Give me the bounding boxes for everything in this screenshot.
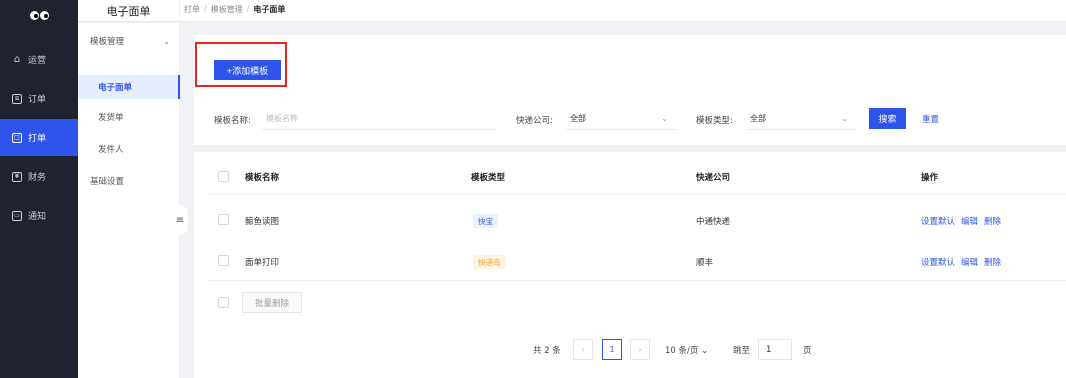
chevron-down-icon: ⌄: [661, 114, 668, 123]
divider: [207, 194, 1066, 195]
template-type-tag: 快递鸟: [473, 255, 506, 269]
menu-icon: ≡: [175, 214, 185, 226]
sub-nav: 模板管理 ⌄ 电子面单 发货单 发件人 基础设置: [78, 23, 180, 378]
edit-link[interactable]: 编辑: [961, 215, 978, 227]
template-type-select[interactable]: 全部 ⌄: [746, 108, 856, 130]
page-size-select[interactable]: 10 条/页 ⌄: [665, 344, 708, 356]
notice-icon: ▭: [12, 210, 22, 221]
chevron-left-icon: ‹: [581, 345, 585, 354]
subnav-item-waybill[interactable]: 电子面单: [78, 75, 180, 99]
chevron-down-icon: ⌄: [841, 114, 848, 123]
page-title: 电子面单: [78, 0, 180, 22]
delete-link[interactable]: 删除: [984, 215, 1001, 227]
set-default-link[interactable]: 设置默认: [921, 256, 955, 268]
batch-delete-button[interactable]: 批量删除: [242, 292, 302, 313]
prev-page-button[interactable]: ‹: [573, 339, 593, 360]
template-name-cell: 鲸鱼读图: [245, 217, 280, 227]
jump-label: 跳至: [733, 346, 751, 356]
subnav-item-invoice[interactable]: 发货单: [78, 105, 180, 129]
breadcrumb-item[interactable]: 模板管理: [211, 4, 243, 15]
row-checkbox[interactable]: [218, 255, 229, 266]
breadcrumb: 打单 / 模板管理 / 电子面单: [184, 4, 286, 15]
delete-link[interactable]: 删除: [984, 256, 1001, 268]
pagination-total: 共 2 条: [533, 346, 561, 356]
finance-icon: ¥: [12, 171, 22, 182]
row-checkbox[interactable]: [218, 214, 229, 225]
search-button[interactable]: 搜索: [869, 108, 906, 129]
breadcrumb-current: 电子面单: [253, 5, 286, 14]
template-name-cell: 面单打印: [245, 258, 280, 268]
reset-link[interactable]: 重置: [922, 113, 939, 125]
row-actions: 设置默认 编辑 删除: [921, 256, 1001, 268]
jump-page-input[interactable]: 1: [758, 339, 792, 360]
template-name-input[interactable]: 模板名称: [262, 108, 496, 130]
next-page-button[interactable]: ›: [630, 339, 650, 360]
row-actions: 设置默认 编辑 删除: [921, 215, 1001, 227]
print-icon: □: [12, 132, 22, 143]
template-name-label: 模板名称:: [214, 116, 251, 126]
subnav-item-basic-settings[interactable]: 基础设置: [78, 169, 180, 193]
column-header-actions: 操作: [921, 173, 939, 183]
nav-item-notice[interactable]: ▭ 通知: [0, 197, 78, 234]
page-suffix-label: 页: [803, 346, 812, 356]
sidebar-collapse-handle[interactable]: ≡: [172, 205, 188, 235]
nav-item-orders[interactable]: ≡ 订单: [0, 80, 78, 117]
nav-item-operations[interactable]: ⌂ 运营: [0, 41, 78, 78]
chevron-down-icon: ⌄: [163, 36, 170, 46]
company-label: 快递公司:: [516, 116, 553, 126]
divider: [207, 280, 1066, 281]
chevron-down-icon: ⌄: [701, 346, 709, 356]
order-icon: ≡: [12, 93, 22, 104]
set-default-link[interactable]: 设置默认: [921, 215, 955, 227]
column-header-type: 模板类型: [471, 173, 506, 183]
template-type-tag: 快宝: [473, 214, 498, 228]
company-cell: 顺丰: [696, 258, 714, 268]
add-template-button[interactable]: +添加模板: [214, 60, 281, 80]
company-cell: 中通快递: [696, 217, 731, 227]
nav-item-print[interactable]: □ 打单: [0, 119, 78, 156]
edit-link[interactable]: 编辑: [961, 256, 978, 268]
column-header-name: 模板名称: [245, 173, 280, 183]
breadcrumb-item[interactable]: 打单: [184, 4, 200, 15]
chevron-right-icon: ›: [638, 345, 642, 354]
template-type-label: 模板类型:: [696, 116, 733, 126]
top-bar: 电子面单 打单 / 模板管理 / 电子面单: [78, 0, 1066, 22]
select-all-checkbox[interactable]: [218, 171, 229, 182]
subnav-group-templates[interactable]: 模板管理 ⌄: [78, 29, 180, 53]
nav-item-finance[interactable]: ¥ 财务: [0, 158, 78, 195]
app-logo[interactable]: [0, 0, 78, 30]
column-header-company: 快递公司: [696, 173, 731, 183]
page-number-button[interactable]: 1: [602, 339, 622, 360]
company-select[interactable]: 全部 ⌄: [566, 108, 676, 130]
subnav-item-sender[interactable]: 发件人: [78, 137, 180, 161]
batch-select-checkbox[interactable]: [218, 297, 229, 308]
home-icon: ⌂: [13, 53, 21, 65]
main-nav: ⌂ 运营 ≡ 订单 □ 打单 ¥ 财务 ▭ 通知: [0, 0, 78, 378]
